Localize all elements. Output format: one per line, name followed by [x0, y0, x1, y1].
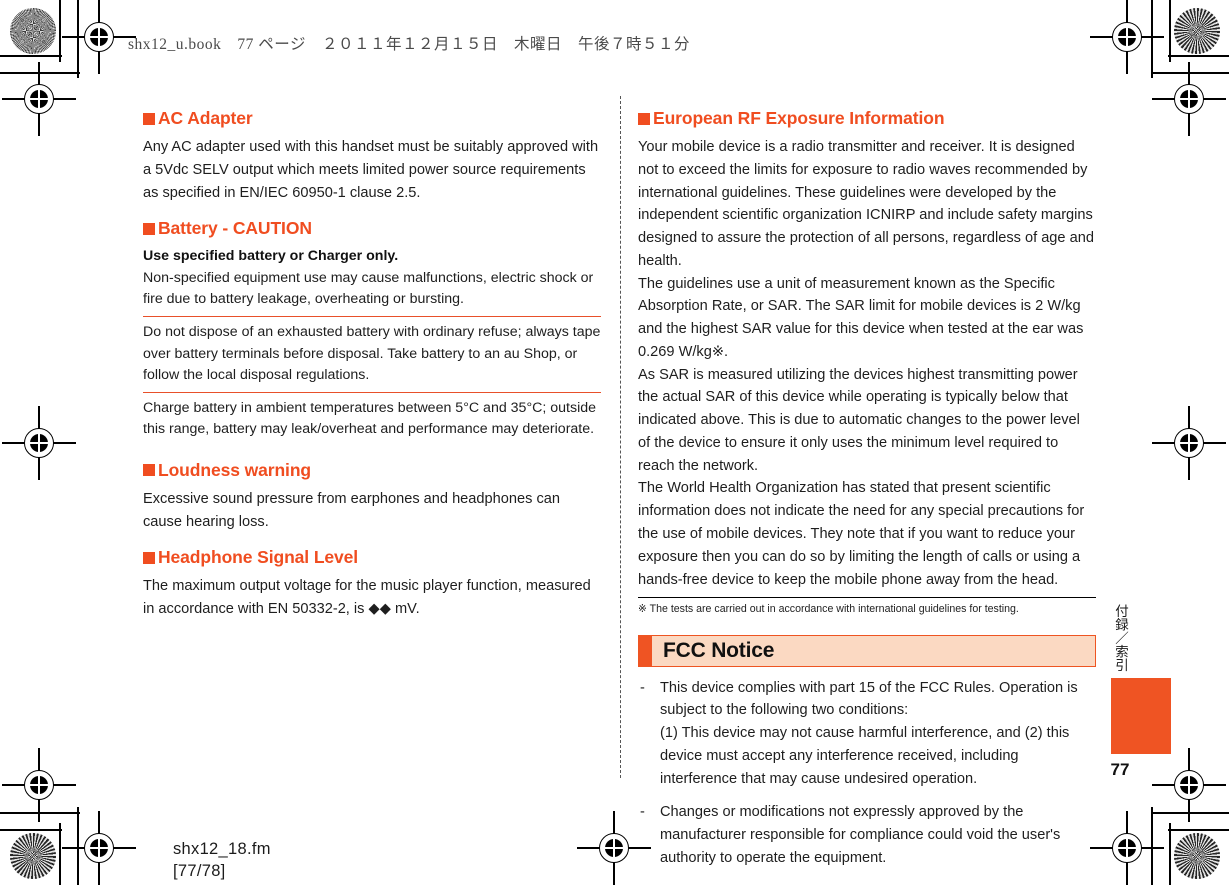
caution-item: Do not dispose of an exhausted battery w…: [143, 324, 601, 384]
square-bullet-icon: [638, 112, 650, 125]
section-heading-headphone-signal-level: Headphone Signal Level: [143, 547, 601, 568]
manual-page: shx12_u.book 77 ページ ２０１１年１２月１５日 木曜日 午後７時…: [0, 0, 1229, 885]
section-heading-battery-caution: Battery - CAUTION: [143, 218, 601, 239]
square-bullet-icon: [143, 464, 155, 477]
running-head: shx12_u.book 77 ページ ２０１１年１２月１５日 木曜日 午後７時…: [128, 36, 690, 53]
paragraph-headphone-signal-level: The maximum output voltage for the music…: [143, 578, 591, 618]
list-item: - This device complies with part 15 of t…: [638, 677, 1096, 791]
dash-bullet-icon: -: [640, 804, 645, 821]
section-heading-loudness-warning: Loudness warning: [143, 460, 601, 481]
list-item-text: Changes or modifications not expressly a…: [660, 804, 1061, 866]
paragraph-rf-2: The guidelines use a unit of measurement…: [638, 275, 1084, 360]
registration-star-target-top-right: [1174, 8, 1220, 54]
square-bullet-icon: [143, 551, 155, 564]
paragraph-rf-1: Your mobile device is a radio transmitte…: [638, 139, 1094, 269]
registration-star-target-bottom-left: [10, 833, 56, 879]
footer-page-range: [77/78]: [173, 861, 226, 880]
list-item-text: This device complies with part 15 of the…: [660, 679, 1078, 787]
section-heading-label: AC Adapter: [158, 108, 253, 128]
trim-mark-bottom-left-v: [59, 823, 61, 885]
footer: shx12_18.fm [77/78]: [173, 839, 271, 883]
section-heading-label: European RF Exposure Information: [653, 108, 945, 128]
paragraph-loudness-warning: Excessive sound pressure from earphones …: [143, 490, 560, 530]
trim-mark-top-left-h: [0, 55, 62, 57]
left-column: AC Adapter Any AC adapter used with this…: [143, 108, 601, 635]
trim-mark-bottom-right-h: [1168, 829, 1229, 831]
trim-mark-bottom-right-v: [1169, 823, 1171, 885]
trim-mark-top-right-h: [1168, 55, 1229, 57]
registration-cross-middle-right: [1152, 406, 1226, 480]
registration-star-target-top-left: [10, 8, 56, 54]
column-divider: [620, 96, 621, 778]
side-tab-block: [1111, 678, 1171, 754]
square-bullet-icon: [143, 222, 155, 235]
list-item: - Changes or modifications not expressly…: [638, 801, 1096, 869]
registration-cross-middle-left: [2, 406, 76, 480]
paragraph-rf-4: The World Health Organization has stated…: [638, 480, 1085, 588]
right-column: European RF Exposure Information Your mo…: [638, 108, 1096, 881]
section-heading-label: Loudness warning: [158, 459, 311, 480]
square-bullet-icon: [143, 112, 155, 125]
footer-filename: shx12_18.fm: [173, 840, 271, 858]
caution-lead: Use specified battery or Charger only.: [143, 248, 399, 265]
registration-star-target-bottom-right: [1174, 833, 1220, 879]
paragraph-ac-adapter: Any AC adapter used with this handset mu…: [143, 139, 599, 201]
registration-cross-top-left-inner: [2, 62, 76, 136]
dash-bullet-icon: -: [640, 679, 645, 696]
banner-accent-block: [639, 635, 652, 666]
registration-cross-bottom-right-inner: [1090, 811, 1164, 885]
footnote-sar-testing: ※ The tests are carried out in accordanc…: [638, 603, 1019, 616]
registration-cross-bottom-left-inner: [62, 811, 136, 885]
trim-mark-top-right-v: [1169, 0, 1171, 62]
section-heading-label: Battery - CAUTION: [158, 218, 312, 239]
caution-list: Use specified battery or Charger only. N…: [143, 246, 601, 446]
section-heading-ac-adapter: AC Adapter: [143, 108, 601, 129]
caution-item: Charge battery in ambient temperatures b…: [143, 399, 596, 438]
fcc-notice-title: FCC Notice: [663, 638, 775, 662]
page-number: 77: [1110, 760, 1130, 779]
registration-cross-top-right-inner: [1152, 62, 1226, 136]
caution-item: Non-specified equipment use may cause ma…: [143, 269, 594, 308]
trim-mark-top-left-v: [59, 0, 61, 62]
paragraph-rf-3: As SAR is measured utilizing the devices…: [638, 366, 1080, 474]
fcc-notice-banner: FCC Notice: [638, 634, 1096, 667]
side-tab-label: 付録／索引: [1113, 604, 1128, 672]
section-heading-label: Headphone Signal Level: [158, 547, 359, 568]
section-heading-european-rf-exposure: European RF Exposure Information: [638, 108, 1096, 129]
trim-mark-bottom-left-h: [0, 829, 62, 831]
footnote-divider: [638, 597, 1096, 599]
fcc-conditions-list: - This device complies with part 15 of t…: [638, 677, 1096, 870]
